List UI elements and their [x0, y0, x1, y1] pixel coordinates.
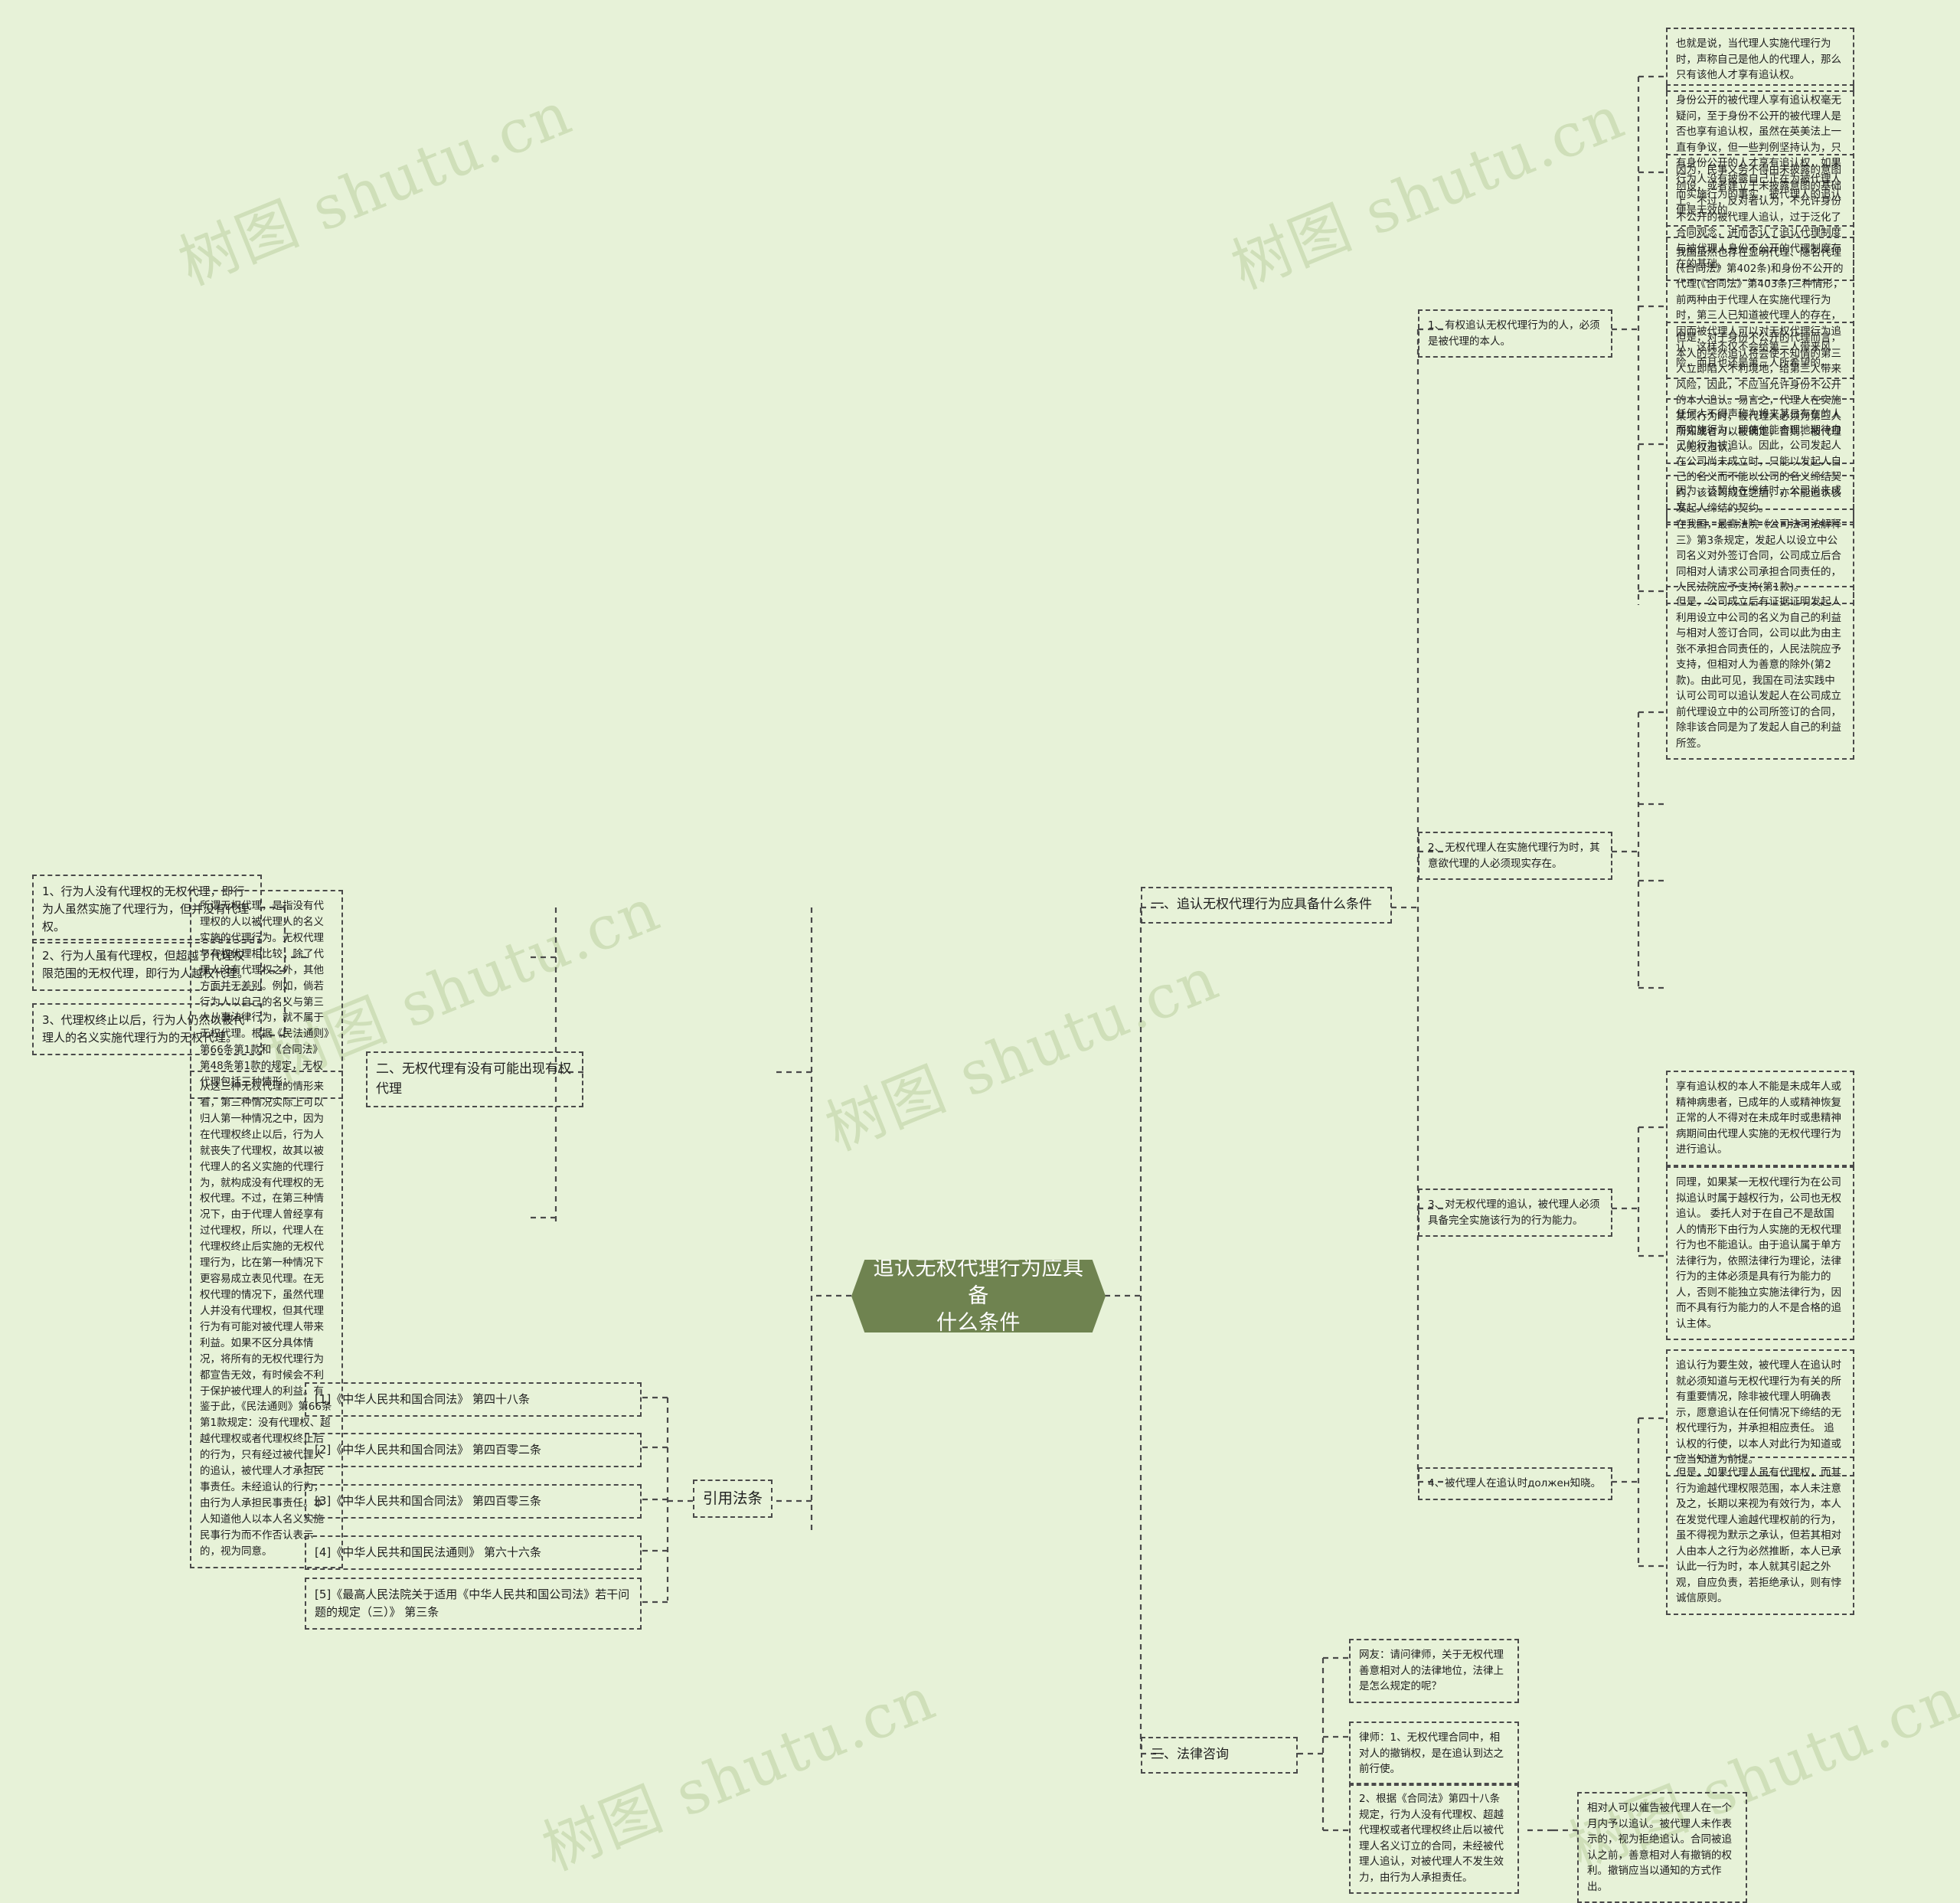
watermark: 树图 shutu.cn: [816, 944, 1229, 1165]
watermark: 树图 shutu.cn: [533, 1664, 946, 1885]
condition-1-detail-1[interactable]: 也就是说，当代理人实施代理行为时，声称自己是他人的代理人，那么只有该他人才享有追…: [1666, 28, 1854, 92]
condition-2-label[interactable]: 2、无权代理人在实施代理行为时，其意欲代理的人必须现实存在。: [1418, 832, 1612, 881]
condition-2-detail-4[interactable]: 但是，公司成立后有证据证明发起人利用设立中公司的名义为自己的利益与相对人签订合同…: [1666, 586, 1854, 760]
consult-answer-2[interactable]: 2、根据《合同法》第四十八条规定，行为人没有代理权、超越代理权或者代理权终止后以…: [1349, 1783, 1519, 1895]
root-node[interactable]: 追认无权代理行为应具备 什么条件: [851, 1260, 1106, 1332]
watermark: 树图 shutu.cn: [1222, 83, 1635, 303]
condition-3-label[interactable]: 3、对无权代理的追认，被代理人必须具备完全实施该行为的行为能力。: [1418, 1189, 1612, 1238]
laws-title[interactable]: 引用法条: [693, 1480, 773, 1519]
condition-3-detail-2[interactable]: 同理，如果某一无权代理行为在公司拟追认时属于越权行为，公司也无权追认。 委托人对…: [1666, 1166, 1854, 1341]
section-3-title[interactable]: 三、法律咨询: [1141, 1737, 1298, 1774]
consult-answer-1[interactable]: 律师：1、无权代理合同中，相对人的撤销权，是在追认到达之前行使。: [1349, 1722, 1519, 1786]
mindmap-canvas: 树图 shutu.cn 树图 shutu.cn 树图 shutu.cn 树图 s…: [0, 0, 1960, 1903]
condition-1-label[interactable]: 1、有权追认无权代理行为的人，必须是被代理的本人。: [1418, 309, 1612, 358]
consult-question[interactable]: 网友：请问律师，关于无权代理善意相对人的法律地位，法律上是怎么规定的呢？: [1349, 1639, 1519, 1703]
root-title-line1: 追认无权代理行为应具备: [873, 1257, 1084, 1308]
law-item-3[interactable]: [3]《中华人民共和国合同法》 第四百零三条: [305, 1484, 642, 1519]
section-1-title[interactable]: 一、追认无权代理行为应具备什么条件: [1141, 887, 1392, 924]
watermark: 树图 shutu.cn: [169, 79, 582, 299]
law-item-4[interactable]: [4]《中华人民共和国民法通则》 第六十六条: [305, 1535, 642, 1570]
condition-4-detail-2[interactable]: 但是，如果代理人虽有代理权，而其行为逾越代理权限范围，本人未注意及之，长期以来视…: [1666, 1457, 1854, 1615]
root-title-line2: 什么条件: [936, 1311, 1021, 1336]
section-2-title[interactable]: 二、无权代理有没有可能出现有权代理: [366, 1051, 583, 1107]
condition-3-detail-1[interactable]: 享有追认权的本人不能是未成年人或精神病患者，已成年的人或精神恢复正常的人不得对在…: [1666, 1071, 1854, 1166]
law-item-2[interactable]: [2]《中华人民共和国合同法》 第四百零二条: [305, 1433, 642, 1467]
condition-4-label[interactable]: 4、被代理人在追认时должен知晓。: [1418, 1467, 1612, 1500]
law-item-5[interactable]: [5]《最高人民法院关于适用《中华人民共和国公司法》若干问题的规定（三）》 第三…: [305, 1578, 642, 1630]
law-item-1[interactable]: [1]《中华人民共和国合同法》 第四十八条: [305, 1382, 642, 1417]
definition-parent-paragraph[interactable]: 所谓无权代理，是指没有代理权的人以被代理人的名义实施的代理行为。无权代理与有权代…: [190, 890, 343, 1100]
consult-note[interactable]: 相对人可以催告被代理人在一个月内予以追认。被代理人未作表示的，视为拒绝追认。合同…: [1577, 1792, 1747, 1903]
